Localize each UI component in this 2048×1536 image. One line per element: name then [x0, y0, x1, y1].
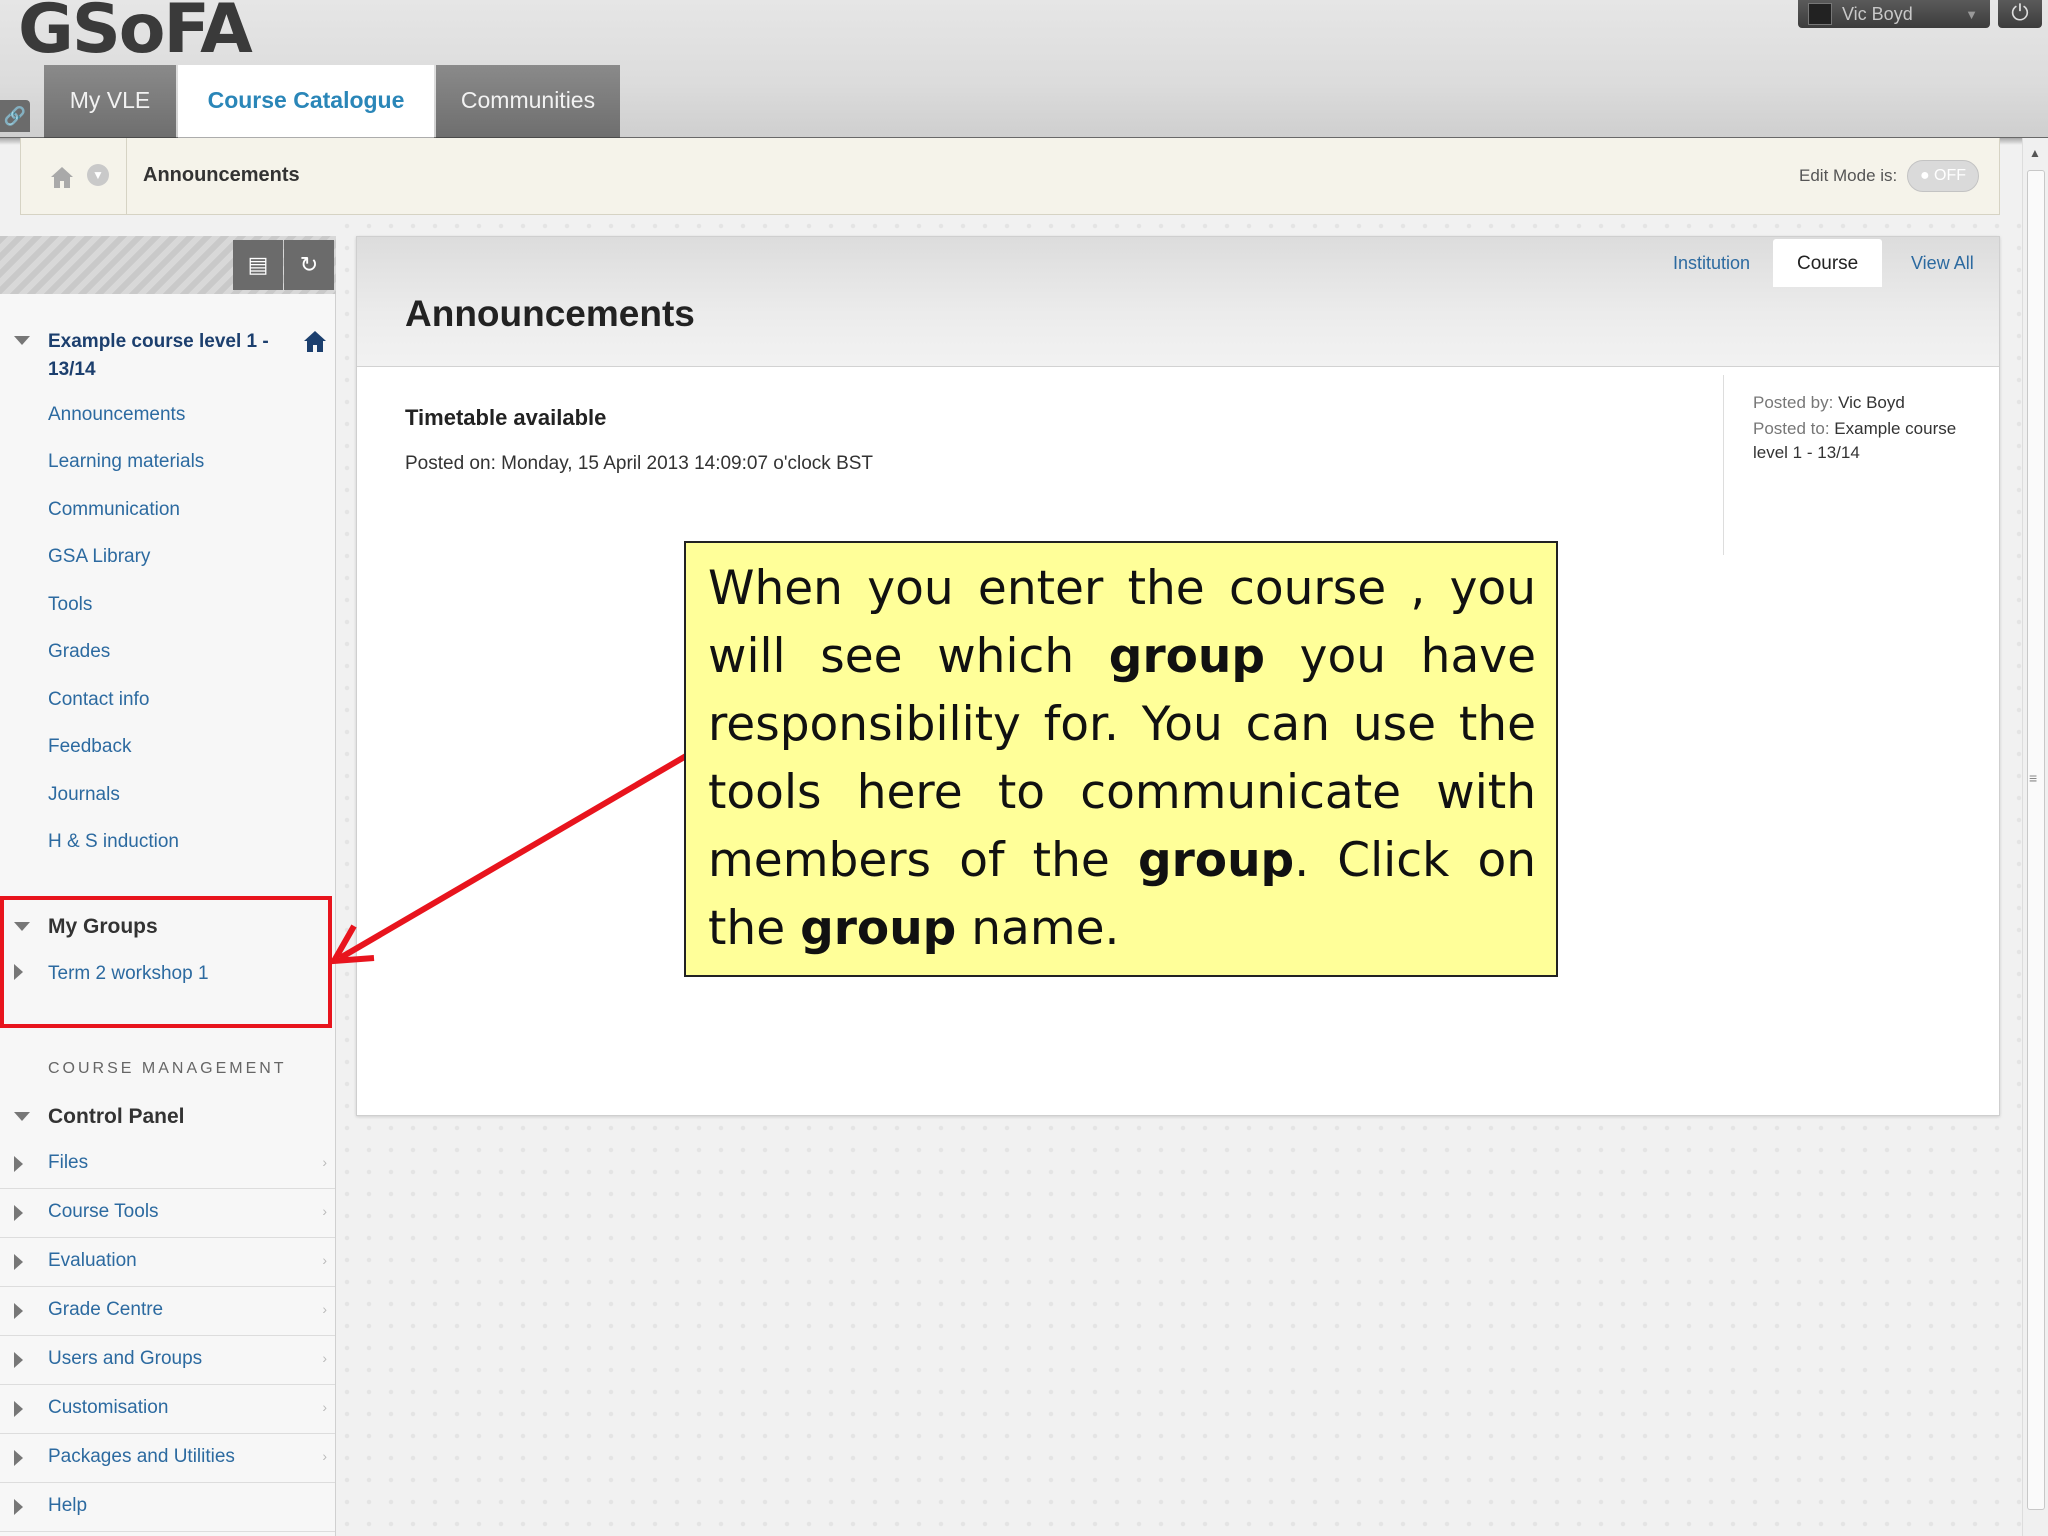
cp-item-customisation[interactable]: Customisation ›: [0, 1385, 335, 1434]
expand-triangle-icon: [14, 1156, 23, 1172]
tab-view-all[interactable]: View All: [1911, 253, 1974, 274]
avatar: [1808, 3, 1832, 25]
course-home-icon[interactable]: [302, 328, 328, 354]
cp-item-help[interactable]: Help: [0, 1483, 335, 1532]
posted-by: Posted by: Vic Boyd: [1753, 391, 1983, 415]
chevron-right-icon: ›: [322, 1154, 327, 1170]
folder-view-icon[interactable]: ▤: [233, 240, 283, 290]
cp-item-label: Grade Centre: [48, 1299, 164, 1320]
callout-emphasis: group: [1108, 629, 1266, 684]
collapse-triangle-icon[interactable]: [14, 336, 30, 345]
tab-course[interactable]: Course: [1773, 239, 1883, 287]
tab-my-vle[interactable]: My VLE: [44, 65, 176, 138]
sidebar-item-communication[interactable]: Communication: [48, 499, 180, 521]
grip-icon: ≡: [2029, 770, 2038, 786]
user-menu[interactable]: Vic Boyd ▼: [1798, 0, 1990, 28]
chevron-right-icon: ›: [322, 1301, 327, 1317]
control-panel-heading[interactable]: Control Panel: [48, 1105, 185, 1129]
cp-item-label: Help: [48, 1495, 88, 1516]
chevron-right-icon: ›: [322, 1448, 327, 1464]
meta-divider: [1723, 375, 1724, 555]
posted-by-label: Posted by:: [1753, 393, 1834, 412]
chevron-down-icon[interactable]: ▼: [87, 164, 109, 186]
breadcrumb-current: Announcements: [143, 164, 300, 186]
refresh-icon[interactable]: ↻: [284, 240, 334, 290]
cp-item-users-and-groups[interactable]: Users and Groups ›: [0, 1336, 335, 1385]
link-icon[interactable]: 🔗: [0, 100, 30, 132]
chevron-right-icon: ›: [322, 1203, 327, 1219]
sidebar-item-hs-induction[interactable]: H & S induction: [48, 831, 179, 853]
scroll-up-icon[interactable]: ▲: [2029, 146, 2041, 160]
edit-mode-toggle[interactable]: ● OFF: [1907, 160, 1979, 192]
sidebar-item-learning-materials[interactable]: Learning materials: [48, 451, 204, 473]
sidebar-item-tools[interactable]: Tools: [48, 594, 92, 616]
callout-emphasis: group: [800, 901, 957, 956]
expand-triangle-icon: [14, 1401, 23, 1417]
chevron-right-icon: ›: [322, 1350, 327, 1366]
expand-triangle-icon: [14, 1303, 23, 1319]
sidebar-toolbar: ▤ ↻: [0, 236, 336, 294]
announcement-title: Timetable available: [405, 405, 607, 430]
expand-triangle-icon: [14, 1499, 23, 1515]
sidebar-item-contact-info[interactable]: Contact info: [48, 689, 149, 711]
chevron-right-icon: ›: [322, 1399, 327, 1415]
home-icon[interactable]: [49, 164, 75, 190]
cp-item-label: Packages and Utilities: [48, 1446, 235, 1467]
callout-arrow: [328, 753, 688, 965]
cp-item-course-tools[interactable]: Course Tools ›: [0, 1189, 335, 1238]
scroll-thumb[interactable]: [2027, 170, 2045, 1510]
cp-item-evaluation[interactable]: Evaluation ›: [0, 1238, 335, 1287]
sidebar-item-announcements[interactable]: Announcements: [48, 404, 185, 426]
tab-communities[interactable]: Communities: [436, 65, 620, 138]
breadcrumb: ▼ Announcements Edit Mode is: ● OFF: [20, 138, 2000, 215]
course-menu-sidebar: ▤ ↻ Example course level 1 - 13/14 Annou…: [0, 236, 336, 1536]
chevron-down-icon: ▼: [1965, 6, 1978, 22]
page-title: Announcements: [405, 293, 695, 334]
course-management-label: COURSE MANAGEMENT: [48, 1060, 287, 1077]
chevron-right-icon: ›: [322, 1252, 327, 1268]
callout-text: name.: [956, 901, 1120, 956]
announcement-date: Posted on: Monday, 15 April 2013 14:09:0…: [405, 453, 874, 474]
expand-triangle-icon: [14, 1205, 23, 1221]
logout-power-icon[interactable]: ⏻: [1998, 0, 2042, 28]
sidebar-item-journals[interactable]: Journals: [48, 784, 120, 806]
user-name: Vic Boyd: [1842, 3, 1913, 24]
gsa-logo: GSoFA: [18, 0, 253, 69]
cp-item-label: Users and Groups: [48, 1348, 203, 1369]
cp-item-label: Files: [48, 1152, 89, 1173]
cp-item-packages-and-utilities[interactable]: Packages and Utilities ›: [0, 1434, 335, 1483]
cp-item-files[interactable]: Files ›: [0, 1140, 335, 1189]
collapse-triangle-icon[interactable]: [14, 1112, 30, 1121]
edit-mode-value: OFF: [1934, 167, 1967, 184]
course-title[interactable]: Example course level 1 - 13/14: [48, 328, 288, 384]
cp-item-label: Evaluation: [48, 1250, 137, 1271]
tab-course-catalogue[interactable]: Course Catalogue: [178, 65, 434, 138]
sidebar-item-feedback[interactable]: Feedback: [48, 736, 131, 758]
edit-mode-label: Edit Mode is:: [1799, 166, 1898, 185]
posted-by-value: Vic Boyd: [1838, 393, 1905, 412]
breadcrumb-divider: [126, 138, 127, 215]
posted-to: Posted to: Example course level 1 - 13/1…: [1753, 417, 1983, 465]
tab-institution[interactable]: Institution: [1673, 253, 1750, 274]
content-header: Institution Course View All Announcement…: [357, 237, 1999, 367]
sidebar-item-gsa-library[interactable]: GSA Library: [48, 546, 150, 568]
expand-triangle-icon: [14, 1254, 23, 1270]
callout-box: When you enter the course , you will see…: [684, 541, 1558, 977]
expand-triangle-icon: [14, 1352, 23, 1368]
cp-item-label: Course Tools: [48, 1201, 159, 1222]
expand-triangle-icon: [14, 1450, 23, 1466]
sidebar-item-grades[interactable]: Grades: [48, 641, 110, 663]
cp-item-label: Customisation: [48, 1397, 169, 1418]
my-groups-highlight: [0, 896, 332, 1028]
cp-item-grade-centre[interactable]: Grade Centre ›: [0, 1287, 335, 1336]
callout-emphasis: group: [1137, 833, 1295, 888]
posted-to-label: Posted to:: [1753, 419, 1830, 438]
vertical-scrollbar[interactable]: ▲ ≡: [2022, 138, 2048, 1536]
top-header: GSoFA Vic Boyd ▼ ⏻ 🔗 My VLE Course Catal…: [0, 0, 2048, 145]
